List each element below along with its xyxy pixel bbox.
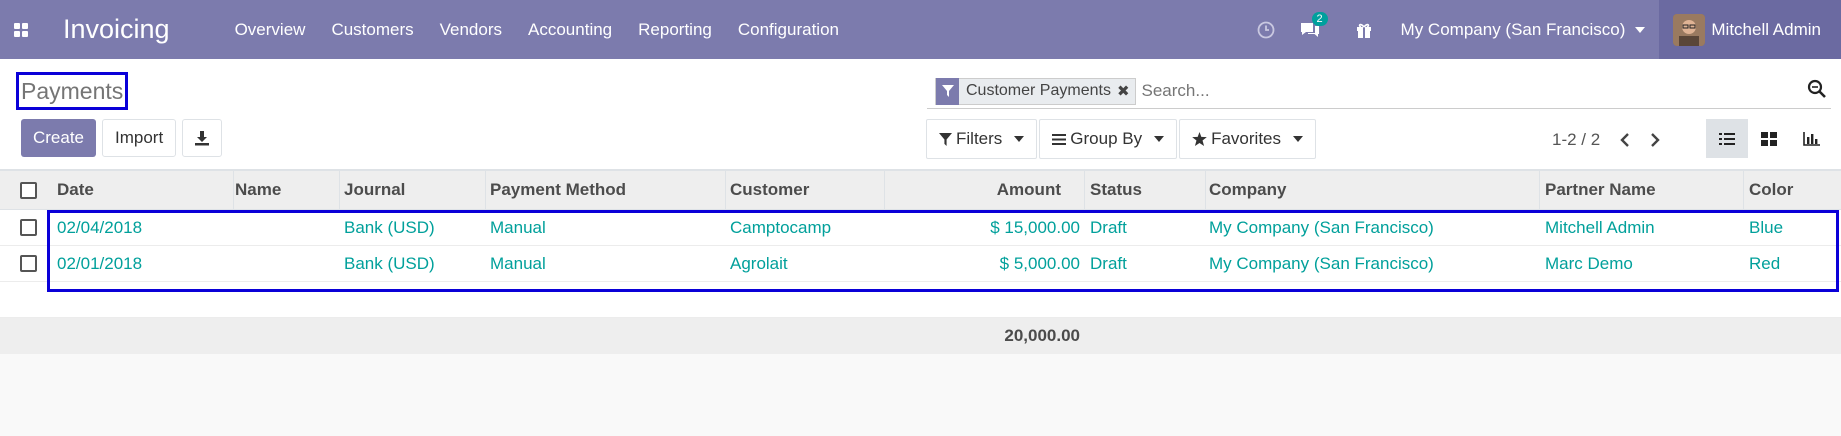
cell-status: Draft xyxy=(1090,218,1127,237)
table-footer: 20,000.00 xyxy=(0,318,1841,354)
search-icon[interactable] xyxy=(1807,79,1827,104)
facet-label: Customer Payments xyxy=(966,82,1111,99)
remove-facet-icon[interactable]: ✖ xyxy=(1117,82,1135,100)
list-icon xyxy=(1052,133,1067,145)
row-checkbox[interactable] xyxy=(20,255,37,272)
chevron-down-icon xyxy=(1014,136,1025,142)
cell-journal: Bank (USD) xyxy=(344,254,435,273)
chevron-down-icon xyxy=(1154,136,1165,142)
cell-customer: Camptocamp xyxy=(730,218,832,237)
pager: 1-2 / 2 xyxy=(1552,130,1660,150)
import-button[interactable]: Import xyxy=(102,119,177,157)
user-menu[interactable]: Mitchell Admin xyxy=(1659,0,1841,59)
list-view-button[interactable] xyxy=(1706,119,1748,158)
cell-amount: $ 5,000.00 xyxy=(999,254,1080,273)
create-button[interactable]: Create xyxy=(21,119,96,157)
app-title[interactable]: Invoicing xyxy=(63,14,170,45)
kanban-view-button[interactable] xyxy=(1748,119,1790,158)
cell-company: My Company (San Francisco) xyxy=(1209,254,1434,273)
column-company[interactable]: Company xyxy=(1209,180,1286,200)
pager-value[interactable]: 1-2 / 2 xyxy=(1552,130,1600,150)
column-color[interactable]: Color xyxy=(1749,180,1793,200)
chevron-right-icon[interactable] xyxy=(1650,132,1660,148)
action-buttons: Create Import xyxy=(21,119,228,157)
filters-label: Filters xyxy=(956,129,1003,148)
top-navbar: Invoicing Overview Customers Vendors Acc… xyxy=(0,0,1841,59)
column-payment-method[interactable]: Payment Method xyxy=(490,180,626,200)
search-facet: Customer Payments ✖ xyxy=(935,77,1136,105)
row-checkbox[interactable] xyxy=(20,219,37,236)
search-options: Filters Group By Favorites xyxy=(926,119,1318,159)
column-status[interactable]: Status xyxy=(1090,180,1142,200)
company-switcher[interactable]: My Company (San Francisco) xyxy=(1385,20,1660,40)
export-download-button[interactable] xyxy=(182,119,223,157)
user-name: Mitchell Admin xyxy=(1711,19,1821,39)
bar-chart-icon xyxy=(1802,131,1820,146)
cell-payment-method: Manual xyxy=(490,218,546,237)
graph-view-button[interactable] xyxy=(1790,119,1832,158)
column-date[interactable]: Date xyxy=(57,180,94,200)
cell-journal: Bank (USD) xyxy=(344,218,435,237)
favorites-button[interactable]: Favorites xyxy=(1179,119,1317,159)
cell-amount: $ 15,000.00 xyxy=(990,218,1080,237)
menu-reporting[interactable]: Reporting xyxy=(625,20,725,40)
search-bar: Customer Payments ✖ xyxy=(927,74,1831,109)
chevron-left-icon[interactable] xyxy=(1620,132,1630,148)
search-input[interactable] xyxy=(1141,81,1807,101)
cell-color: Red xyxy=(1749,254,1781,273)
amount-total: 20,000.00 xyxy=(1004,326,1080,345)
company-label: My Company (San Francisco) xyxy=(1400,19,1626,39)
cell-date: 02/04/2018 xyxy=(57,218,143,237)
gift-icon[interactable] xyxy=(1343,21,1385,39)
column-name[interactable]: Name xyxy=(235,180,281,200)
avatar xyxy=(1673,13,1706,46)
messages-icon[interactable]: 2 xyxy=(1287,11,1333,39)
payments-table: Date Name Journal Payment Method Custome… xyxy=(0,170,1841,354)
menu-accounting[interactable]: Accounting xyxy=(515,20,625,40)
favorites-label: Favorites xyxy=(1211,129,1282,148)
empty-row xyxy=(0,282,1841,318)
cell-partner-name: Mitchell Admin xyxy=(1545,218,1655,237)
group-by-button[interactable]: Group By xyxy=(1039,119,1178,159)
select-all-checkbox[interactable] xyxy=(20,182,37,199)
main-menu: Overview Customers Vendors Accounting Re… xyxy=(222,20,852,40)
cell-payment-method: Manual xyxy=(490,254,546,273)
page-title: Payments xyxy=(16,72,129,110)
messages-badge: 2 xyxy=(1311,11,1328,26)
view-switcher xyxy=(1706,119,1832,158)
table-row[interactable]: 02/04/2018 Bank (USD) Manual Camptocamp … xyxy=(0,210,1841,246)
filter-icon xyxy=(936,77,959,105)
star-icon xyxy=(1192,132,1207,146)
cell-customer: Agrolait xyxy=(730,254,788,273)
chevron-down-icon xyxy=(1293,136,1304,142)
column-partner-name[interactable]: Partner Name xyxy=(1545,180,1656,200)
cell-status: Draft xyxy=(1090,254,1127,273)
filter-icon xyxy=(939,132,952,146)
menu-configuration[interactable]: Configuration xyxy=(725,20,852,40)
cell-company: My Company (San Francisco) xyxy=(1209,218,1434,237)
menu-overview[interactable]: Overview xyxy=(222,20,319,40)
list-view-icon xyxy=(1719,132,1735,145)
apps-menu-icon[interactable] xyxy=(0,0,42,59)
menu-vendors[interactable]: Vendors xyxy=(427,20,515,40)
kanban-view-icon xyxy=(1761,131,1777,146)
download-icon xyxy=(195,131,210,146)
cell-partner-name: Marc Demo xyxy=(1545,254,1633,273)
table-header: Date Name Journal Payment Method Custome… xyxy=(0,170,1841,211)
table-row[interactable]: 02/01/2018 Bank (USD) Manual Agrolait $ … xyxy=(0,246,1841,282)
cell-color: Blue xyxy=(1749,218,1784,237)
chevron-down-icon xyxy=(1635,26,1646,33)
menu-customers[interactable]: Customers xyxy=(318,20,426,40)
column-journal[interactable]: Journal xyxy=(344,180,405,200)
column-customer[interactable]: Customer xyxy=(730,180,809,200)
column-amount[interactable]: Amount xyxy=(997,180,1061,200)
filters-button[interactable]: Filters xyxy=(926,119,1038,159)
group-by-label: Group By xyxy=(1070,129,1143,148)
cell-date: 02/01/2018 xyxy=(57,254,143,273)
activity-clock-icon[interactable] xyxy=(1245,21,1287,39)
